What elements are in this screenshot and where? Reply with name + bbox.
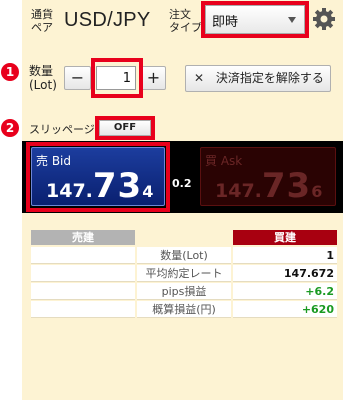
quantity-label-line1: 数量 bbox=[29, 64, 54, 78]
quantity-plus-button[interactable]: + bbox=[141, 66, 166, 90]
pair-label-line2: ペア bbox=[31, 21, 53, 34]
step-marker-2: 2 bbox=[1, 119, 19, 137]
step-marker-1: 1 bbox=[1, 63, 19, 81]
pair-label: 通貨 ペア bbox=[31, 8, 53, 34]
slippage-label: スリッページ bbox=[29, 123, 95, 136]
buy-cell: 147.672 bbox=[233, 265, 337, 282]
sell-position-header: 売建 bbox=[31, 230, 135, 245]
buy-cell: 1 bbox=[233, 247, 337, 264]
highlight-quantity bbox=[91, 58, 143, 98]
row-label: 平均約定レート bbox=[137, 265, 231, 282]
sell-cell bbox=[31, 283, 135, 300]
ask-price-fraction: 6 bbox=[311, 182, 323, 201]
x-icon: ✕ bbox=[194, 71, 205, 85]
highlight-order-type bbox=[201, 1, 309, 38]
order-type-line1: 注文 bbox=[169, 8, 191, 21]
buy-position-header: 買建 bbox=[233, 230, 337, 245]
ask-price-major: 147. bbox=[215, 180, 262, 202]
table-row: pips損益 +6.2 bbox=[31, 283, 337, 300]
row-label: pips損益 bbox=[137, 283, 231, 300]
order-type-label: 注文 タイプ bbox=[169, 8, 202, 34]
buy-cell: +620 bbox=[233, 301, 337, 318]
row-label: 概算損益(円) bbox=[137, 301, 231, 318]
table-row: 数量(Lot) 1 bbox=[31, 247, 337, 264]
row-label: 数量(Lot) bbox=[137, 247, 231, 264]
pair-label-line1: 通貨 bbox=[31, 8, 53, 21]
cancel-settlement-button[interactable]: ✕ 決済指定を解除する bbox=[185, 65, 331, 92]
order-type-line2: タイプ bbox=[169, 21, 202, 34]
quantity-label-line2: (Lot) bbox=[29, 78, 57, 92]
table-row: 平均約定レート 147.672 bbox=[31, 265, 337, 282]
sell-cell bbox=[31, 265, 135, 282]
highlight-bid bbox=[26, 142, 170, 212]
ask-button[interactable]: 買 Ask 147.736 bbox=[200, 147, 336, 206]
table-row: 概算損益(円) +620 bbox=[31, 301, 337, 318]
sell-cell bbox=[31, 301, 135, 318]
quantity-minus-button[interactable]: − bbox=[64, 66, 91, 90]
gear-icon[interactable] bbox=[311, 6, 337, 32]
quantity-label: 数量 (Lot) bbox=[29, 64, 57, 92]
sell-cell bbox=[31, 247, 135, 264]
cancel-settlement-label: 決済指定を解除する bbox=[215, 71, 324, 85]
ask-price: 147.736 bbox=[215, 166, 322, 206]
spread-value: 0.2 bbox=[172, 177, 192, 190]
pair-value: USD/JPY bbox=[64, 9, 151, 31]
buy-cell: +6.2 bbox=[233, 283, 337, 300]
highlight-slippage bbox=[95, 116, 155, 140]
ask-price-pips: 73 bbox=[261, 166, 312, 206]
